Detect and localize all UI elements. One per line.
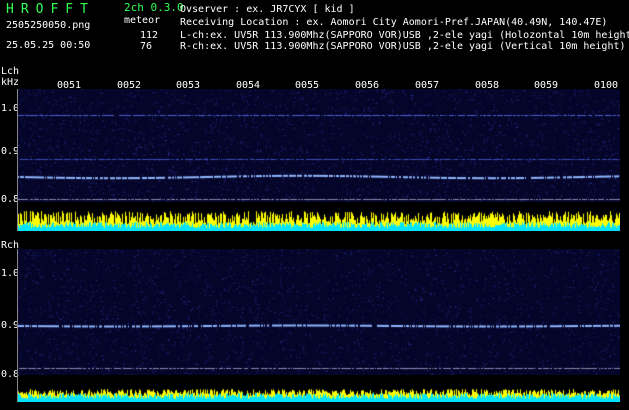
lch-spectrogram (18, 89, 620, 202)
mode-label: meteor (124, 15, 161, 26)
rch-info-label: R-ch:ex. UV5R 113.900Mhz(SAPPORO VOR)USB… (180, 41, 626, 52)
observer-label: Ovserver : ex. JR7CYX [ kid ] (180, 4, 355, 15)
datetime-label: 25.05.25 00:50 (6, 40, 91, 51)
filename-label: 2505250050.png (6, 20, 91, 31)
version-label: 2ch 0.3.0 (124, 1, 184, 14)
lch-info-label: L-ch:ex. UV5R 113.900Mhz(SAPPORO VOR)USB… (180, 30, 629, 41)
lch-unit-label: kHz (1, 77, 20, 88)
lch-label: Lch (1, 66, 20, 77)
location-label: Receiving Location : ex. Aomori City Aom… (180, 17, 608, 28)
lch-signal-bars (18, 206, 620, 231)
rch-signal-bars (18, 380, 620, 402)
count-r-label: 76 (140, 41, 153, 52)
rch-spectrogram (18, 249, 620, 375)
app-title: HROFFT (6, 2, 95, 17)
count-l-label: 112 (140, 30, 159, 41)
